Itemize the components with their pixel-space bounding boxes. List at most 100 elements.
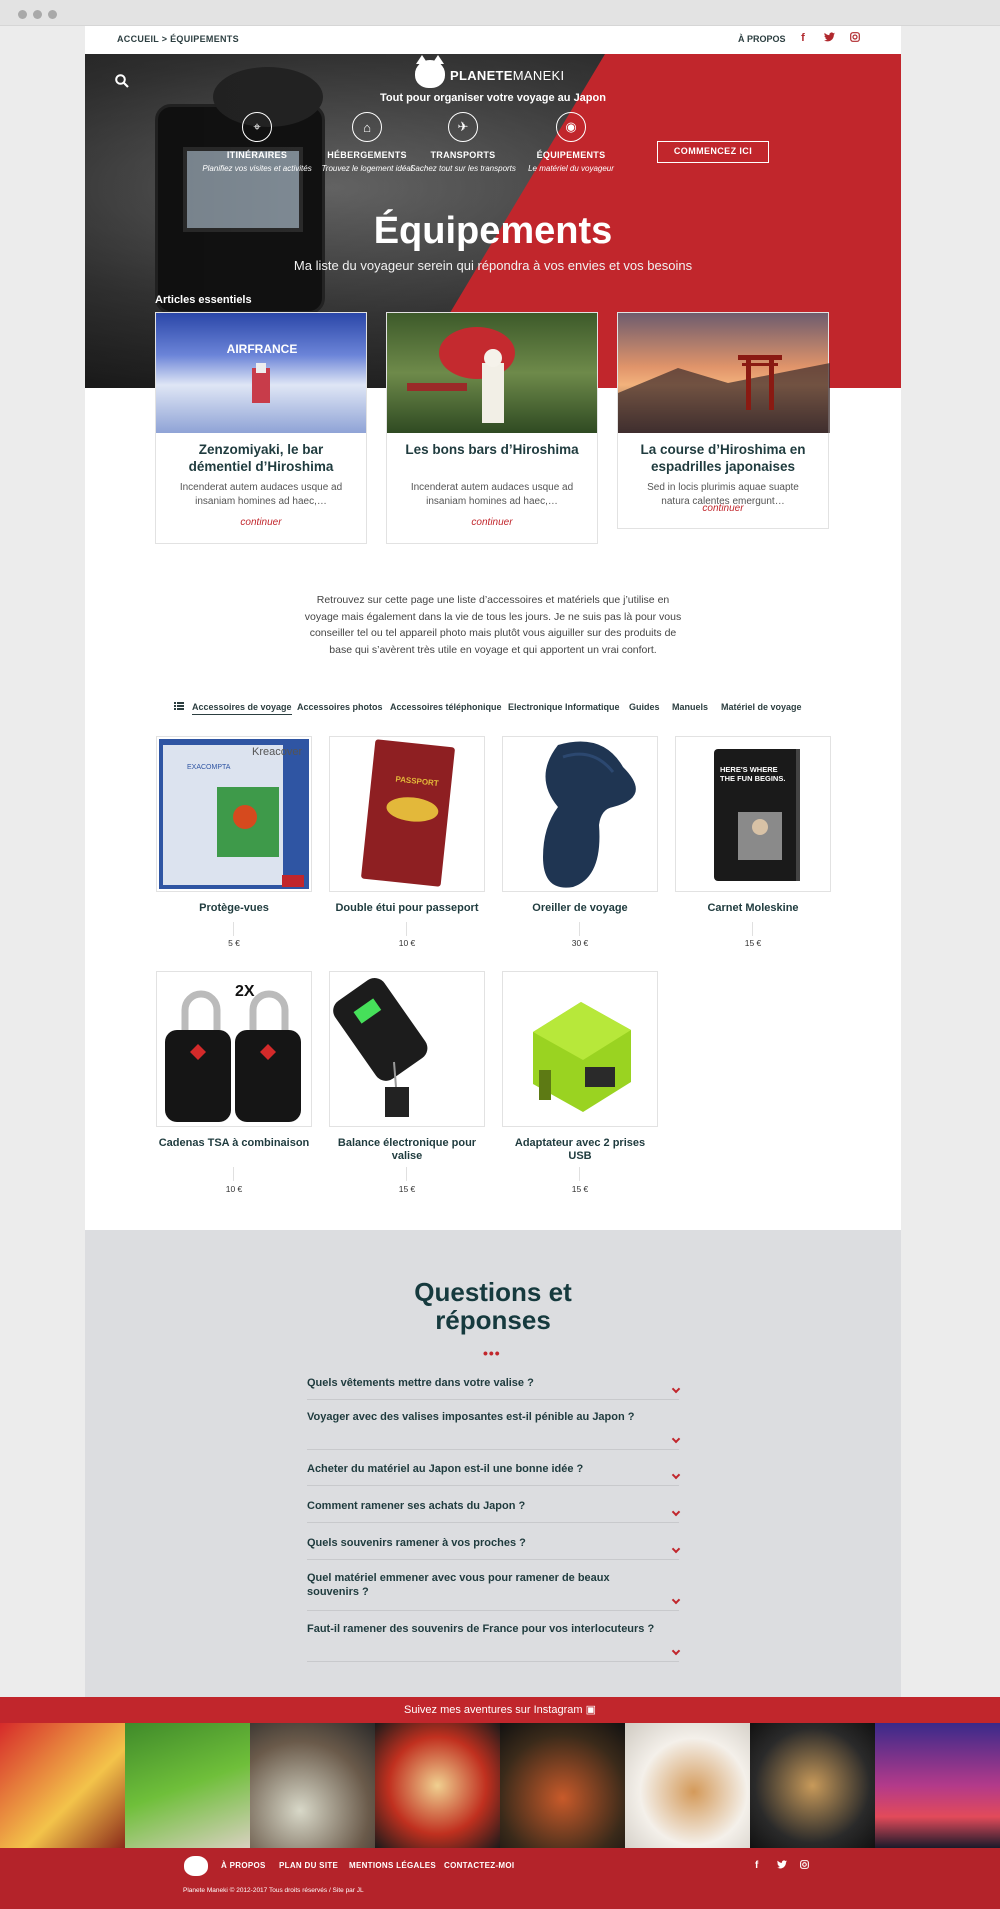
article-title[interactable]: Les bons bars d’Hiroshima: [397, 441, 587, 458]
nav-title: HÉBERGEMENTS: [327, 150, 407, 160]
article-title[interactable]: La course d’Hiroshima en espadrilles jap…: [628, 441, 818, 475]
product-name[interactable]: Double étui pour passeport: [329, 902, 485, 915]
faq-question[interactable]: Quel matériel emmener avec vous pour ram…: [307, 1567, 681, 1611]
product-name[interactable]: Balance électronique pour valise: [329, 1137, 485, 1163]
instagram-photo[interactable]: [625, 1723, 750, 1848]
nav-item-equipements[interactable]: ◉ ÉQUIPEMENTS Le matériel du voyageur: [516, 112, 626, 174]
faq-section: Questions et réponses ••• Quels vêtements…: [85, 1230, 901, 1697]
svg-text:AIRFRANCE: AIRFRANCE: [227, 342, 298, 356]
twitter-icon[interactable]: [777, 1860, 787, 1872]
product-image[interactable]: PASSPORT: [329, 736, 485, 892]
window-dot-icon[interactable]: [33, 10, 42, 19]
product-image[interactable]: Kreacover EXACOMPTA: [156, 736, 312, 892]
product-price: 15 €: [744, 938, 762, 948]
divider: [233, 922, 234, 936]
footer-link-about[interactable]: À PROPOS: [221, 1861, 266, 1870]
window-dot-icon[interactable]: [48, 10, 57, 19]
chevron-down-icon: [671, 1646, 681, 1656]
nav-subtitle: Planifiez vos visites et activités: [202, 164, 312, 173]
tagline: Tout pour organiser votre voyage au Japo…: [380, 92, 606, 104]
footer-link-sitemap[interactable]: PLAN DU SITE: [279, 1861, 338, 1870]
product-price: 15 €: [571, 1184, 589, 1194]
nav-item-transports[interactable]: ✈ TRANSPORTS Sachez tout sur les transpo…: [408, 112, 518, 174]
product-name[interactable]: Carnet Moleskine: [675, 902, 831, 915]
divider: [752, 922, 753, 936]
tab-guides[interactable]: Guides: [629, 702, 660, 712]
tab-accessoires-telephonique[interactable]: Accessoires téléphonique: [390, 702, 502, 712]
continue-link[interactable]: continuer: [387, 517, 597, 528]
product-name[interactable]: Protège-vues: [156, 902, 312, 915]
tab-manuels[interactable]: Manuels: [672, 702, 708, 712]
article-image: AIRFRANCE: [156, 313, 366, 433]
product-name[interactable]: Adaptateur avec 2 prises USB: [502, 1137, 658, 1163]
maneki-cat-icon[interactable]: [184, 1856, 208, 1876]
kreacover-text: Kreacover: [252, 746, 302, 758]
article-card[interactable]: Les bons bars d’Hiroshima Incenderat aut…: [386, 312, 598, 544]
start-here-button[interactable]: COMMENCEZ ICI: [657, 141, 769, 163]
facebook-icon[interactable]: f: [796, 32, 810, 44]
window-dot-icon[interactable]: [18, 10, 27, 19]
instagram-label: Suivez mes aventures sur Instagram: [404, 1704, 583, 1716]
product-name[interactable]: Oreiller de voyage: [502, 902, 658, 915]
continue-link[interactable]: continuer: [156, 517, 366, 528]
facebook-icon[interactable]: f: [755, 1860, 758, 1871]
instagram-icon[interactable]: [800, 1860, 809, 1872]
instagram-banner[interactable]: Suivez mes aventures sur Instagram ▣: [0, 1697, 1000, 1723]
product-image[interactable]: [502, 971, 658, 1127]
chevron-down-icon: [671, 1595, 681, 1605]
product-image[interactable]: 2X: [156, 971, 312, 1127]
faq-question[interactable]: Quels vêtements mettre dans votre valise…: [307, 1370, 681, 1400]
instagram-photo[interactable]: [125, 1723, 250, 1848]
faq-question[interactable]: Quels souvenirs ramener à vos proches ?: [307, 1530, 681, 1560]
faq-question[interactable]: Acheter du matériel au Japon est-il une …: [307, 1456, 681, 1486]
nav-item-hebergements[interactable]: ⌂ HÉBERGEMENTS Trouvez le logement idéal: [312, 112, 422, 174]
chevron-down-icon: [671, 1384, 681, 1394]
breadcrumb[interactable]: ACCUEIL > ÉQUIPEMENTS: [117, 34, 239, 44]
instagram-icon: ▣: [585, 1704, 596, 1716]
faq-dots: •••: [483, 1345, 501, 1361]
divider: [579, 1167, 580, 1181]
tab-electronique-informatique[interactable]: Electronique Informatique: [508, 702, 620, 712]
tab-materiel-de-voyage[interactable]: Matériel de voyage: [721, 702, 802, 712]
nav-subtitle: Sachez tout sur les transports: [410, 164, 516, 173]
twitter-icon[interactable]: [822, 32, 836, 45]
instagram-photo[interactable]: [500, 1723, 625, 1848]
instagram-photo[interactable]: [250, 1723, 375, 1848]
instagram-photo[interactable]: [875, 1723, 1000, 1848]
footer-link-contact[interactable]: CONTACTEZ-MOI: [444, 1861, 514, 1870]
product-image[interactable]: [329, 971, 485, 1127]
nav-item-itineraires[interactable]: ⌖ ITINÉRAIRES Planifiez vos visites et a…: [202, 112, 312, 174]
product-image[interactable]: HERE'S WHERE THE FUN BEGINS.: [675, 736, 831, 892]
logo-text: PLANETEMANEKI: [450, 68, 565, 83]
article-card[interactable]: La course d’Hiroshima en espadrilles jap…: [617, 312, 830, 529]
about-link[interactable]: À PROPOS: [738, 34, 786, 44]
section-label: Articles essentiels: [155, 294, 252, 306]
camera-icon: ◉: [556, 112, 586, 142]
faq-question[interactable]: Comment ramener ses achats du Japon ?: [307, 1493, 681, 1523]
instagram-photo[interactable]: [0, 1723, 125, 1848]
instagram-icon[interactable]: [848, 32, 862, 45]
article-title[interactable]: Zenzomiyaki, le bar démentiel d’Hiroshim…: [166, 441, 356, 475]
tab-accessoires-de-voyage[interactable]: Accessoires de voyage: [192, 702, 292, 715]
nav-title: ITINÉRAIRES: [226, 150, 288, 160]
product-name[interactable]: Cadenas TSA à combinaison: [156, 1137, 312, 1150]
search-icon[interactable]: [115, 74, 129, 88]
tab-accessoires-photos[interactable]: Accessoires photos: [297, 702, 383, 712]
faq-question[interactable]: Faut-il ramener des souvenirs de France …: [307, 1618, 681, 1662]
product-image[interactable]: [502, 736, 658, 892]
footer-link-legal[interactable]: MENTIONS LÉGALES: [349, 1861, 436, 1870]
chevron-down-icon: [671, 1434, 681, 1444]
continue-link[interactable]: continuer: [618, 503, 828, 514]
top-bar: ACCUEIL > ÉQUIPEMENTS À PROPOS f: [85, 26, 901, 54]
category-tabs: Accessoires de voyage Accessoires photos…: [174, 702, 814, 718]
instagram-photo[interactable]: [375, 1723, 500, 1848]
faq-question[interactable]: Voyager avec des valises imposantes est-…: [307, 1406, 681, 1450]
article-image: [618, 313, 830, 433]
nav-subtitle: Le matériel du voyageur: [528, 164, 614, 173]
article-card[interactable]: AIRFRANCE Zenzomiyaki, le bar démentiel …: [155, 312, 367, 544]
list-icon: [174, 702, 184, 712]
instagram-photo[interactable]: [750, 1723, 875, 1848]
divider: [233, 1167, 234, 1181]
logo[interactable]: PLANETEMANEKI: [415, 55, 585, 90]
instagram-feed: [0, 1723, 1000, 1848]
